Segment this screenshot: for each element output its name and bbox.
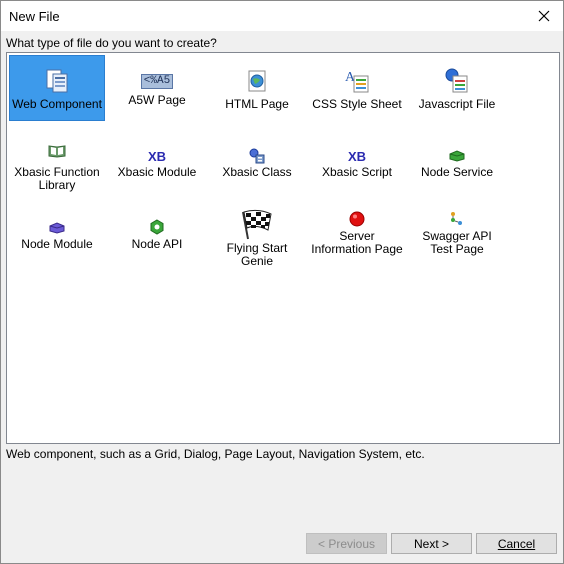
item-xbasic-class[interactable]: Xbasic Class <box>209 133 305 199</box>
xbasic-function-library-icon <box>48 138 66 164</box>
title-bar: New File <box>1 1 563 31</box>
item-css-style-sheet[interactable]: A CSS Style Sheet <box>309 55 405 121</box>
item-label: Flying Start Genie <box>226 241 288 268</box>
item-server-information-page[interactable]: Server Information Page <box>309 205 405 271</box>
node-module-icon <box>49 220 65 236</box>
cancel-button[interactable]: Cancel <box>476 533 557 554</box>
item-xbasic-function-library[interactable]: Xbasic Function Library <box>9 133 105 199</box>
item-label: Xbasic Module <box>117 165 197 179</box>
xb-icon-text: XB <box>347 148 367 164</box>
new-file-dialog: New File What type of file do you want t… <box>0 0 564 564</box>
file-type-list: Web Component <%A5 A5W Page HTML Page A <box>6 52 560 444</box>
item-label: Node Module <box>21 237 93 251</box>
previous-button-label: < Previous <box>317 536 376 551</box>
item-label: Javascript File <box>418 97 496 111</box>
a5w-icon-text: <%A5 <box>140 73 174 89</box>
xb-icon-text: XB <box>147 148 167 164</box>
item-javascript-file[interactable]: Javascript File <box>409 55 505 121</box>
item-node-module[interactable]: Node Module <box>9 205 105 271</box>
item-html-page[interactable]: HTML Page <box>209 55 305 121</box>
description-text: Web component, such as a Grid, Dialog, P… <box>6 447 425 461</box>
javascript-file-icon <box>444 68 470 94</box>
item-label: Swagger API Test Page <box>422 229 492 256</box>
item-swagger-api-test-page[interactable]: Swagger API Test Page <box>409 205 505 271</box>
next-button[interactable]: Next > <box>391 533 472 554</box>
item-a5w-page[interactable]: <%A5 A5W Page <box>109 55 205 121</box>
item-label: CSS Style Sheet <box>312 97 402 111</box>
item-label: Node Service <box>420 165 494 179</box>
checkered-flag-icon <box>240 208 274 240</box>
item-label: Xbasic Class <box>222 165 292 179</box>
node-service-icon <box>449 148 465 164</box>
item-label: HTML Page <box>225 97 289 111</box>
dialog-title: New File <box>9 9 60 24</box>
item-label: Xbasic Script <box>321 165 393 179</box>
html-page-icon <box>246 68 268 94</box>
prompt-text: What type of file do you want to create? <box>6 36 217 50</box>
web-component-icon <box>44 68 70 94</box>
item-xbasic-script[interactable]: XB Xbasic Script <box>309 133 405 199</box>
swagger-api-icon <box>450 210 464 228</box>
next-button-label: Next > <box>413 536 449 551</box>
item-node-api[interactable]: Node API <box>109 205 205 271</box>
item-node-service[interactable]: Node Service <box>409 133 505 199</box>
item-xbasic-module[interactable]: XB Xbasic Module <box>109 133 205 199</box>
item-label: Web Component <box>12 97 102 111</box>
item-flying-start-genie[interactable]: Flying Start Genie <box>209 205 305 271</box>
item-label: Node API <box>131 237 183 251</box>
xbasic-script-icon: XB <box>348 148 366 164</box>
item-label: A5W Page <box>128 93 186 107</box>
node-api-icon <box>149 218 165 236</box>
item-label: Xbasic Function Library <box>14 165 100 192</box>
close-button[interactable] <box>525 1 563 31</box>
xbasic-module-icon: XB <box>148 148 166 164</box>
css-style-sheet-icon: A <box>344 68 370 94</box>
xbasic-class-icon <box>249 148 265 164</box>
cancel-button-label: Cancel <box>497 536 536 551</box>
close-icon <box>538 10 550 22</box>
item-web-component[interactable]: Web Component <box>9 55 105 121</box>
item-label: Server Information Page <box>311 229 403 256</box>
a5w-page-icon: <%A5 <box>140 68 174 94</box>
previous-button[interactable]: < Previous <box>306 533 387 554</box>
red-circle-icon <box>349 210 365 228</box>
